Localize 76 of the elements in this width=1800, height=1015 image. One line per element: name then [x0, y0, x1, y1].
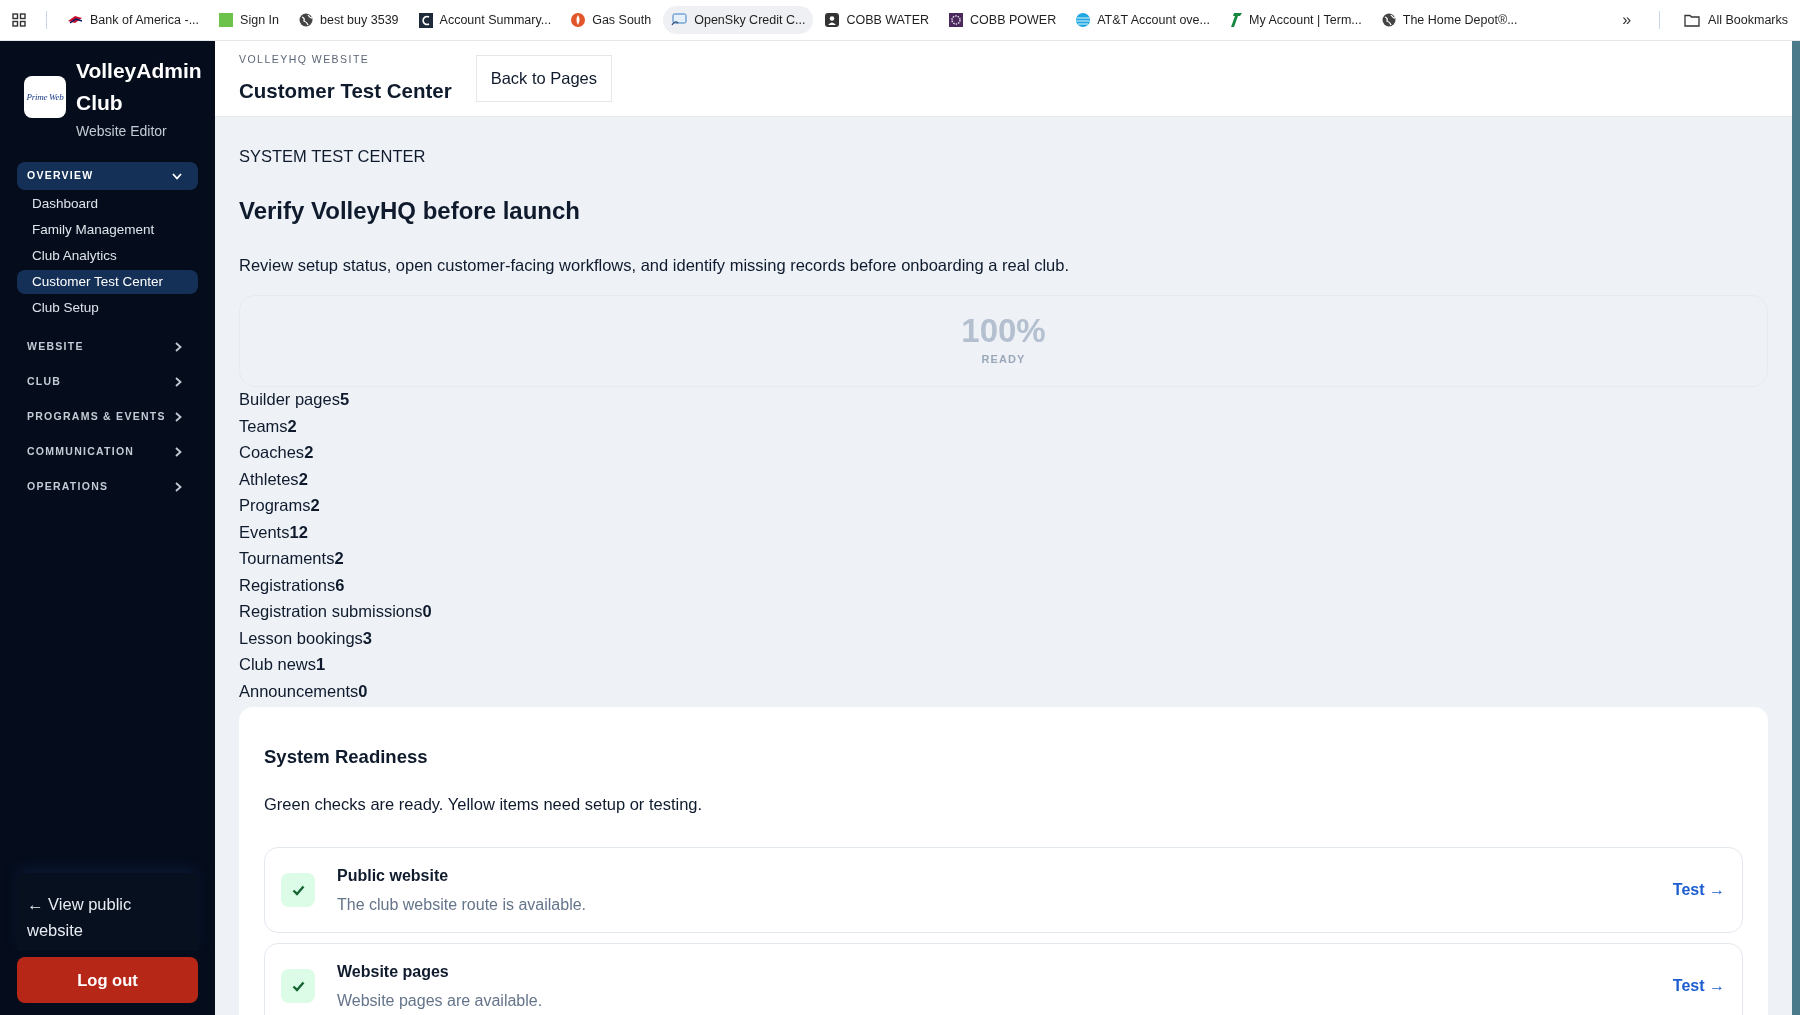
nav-group-header[interactable]: PROGRAMS & EVENTS [17, 403, 198, 431]
bookmark-link[interactable]: Gas South [571, 6, 652, 34]
description-text: Review setup status, open customer-facing workflows, and identify missing records before onboarding a real club. [239, 254, 1070, 276]
app-subtitle: Website Editor [76, 122, 168, 141]
bookmark-link[interactable]: OpenSky Credit C... [663, 6, 814, 34]
stat-row-text: Programs2 [239, 495, 321, 517]
bookmark-link[interactable]: COBB WATER [825, 6, 930, 34]
nav-item[interactable]: Club Analytics [17, 244, 198, 268]
apps-grid-icon[interactable] [12, 13, 26, 27]
bookmark-icon [825, 13, 840, 27]
bookmark-link[interactable]: AT&T Account ove... [1076, 6, 1210, 34]
bookmark-icon [299, 13, 313, 27]
main-heading: Verify VolleyHQ before launch [239, 195, 581, 226]
logo-text: Prime Web [26, 92, 64, 102]
stat-row-text: Announcements0 [239, 680, 369, 702]
eyebrow-label: VOLLEYHQ WEBSITE [239, 52, 371, 68]
bookmark-icon [1076, 13, 1091, 27]
nav-group-header[interactable]: OPERATIONS [17, 473, 198, 501]
section-label: SYSTEM TEST CENTER [239, 146, 427, 167]
chevron-down-icon [172, 172, 182, 180]
stat-row-text: Events12 [239, 521, 309, 543]
all-bookmarks-link[interactable]: All Bookmarks [1684, 10, 1788, 30]
bookmark-link[interactable]: The Home Depot®... [1381, 6, 1518, 34]
bookmark-icon [949, 13, 964, 27]
test-link[interactable]: Test → [1672, 974, 1725, 998]
bookmark-link[interactable]: COBB POWER [949, 6, 1057, 34]
bookmark-link[interactable]: best buy 3539 [299, 6, 399, 34]
bookmark-icon [219, 13, 234, 27]
app-title: VolleyAdmin Club [76, 58, 203, 116]
bookmark-icon [1229, 12, 1242, 28]
bookmark-icon [571, 13, 586, 27]
nav-item[interactable]: Customer Test Center [17, 270, 198, 294]
nav-group-header[interactable]: WEBSITE [17, 333, 198, 361]
stat-row-text: Registration submissions0 [239, 601, 433, 623]
item-description: Website pages are available. [337, 990, 544, 1011]
back-to-pages-button[interactable]: Back to Pages [475, 55, 613, 102]
nav-group-header[interactable]: COMMUNICATION [17, 438, 198, 466]
nav-item[interactable]: Family Management [17, 218, 198, 242]
item-title: Website pages [337, 961, 450, 982]
nav-item[interactable]: Dashboard [17, 192, 198, 216]
stat-row-text: Registrations6 [239, 574, 346, 596]
card-description: Green checks are ready. Yellow items need setup or testing. [264, 794, 704, 816]
chevron-right-icon [175, 342, 182, 352]
stat-row-text: Athletes2 [239, 468, 309, 490]
nav-group-header[interactable]: OVERVIEW [17, 162, 198, 190]
bookmark-link[interactable]: Sign In [219, 6, 279, 34]
page-title: Customer Test Center [239, 78, 452, 104]
test-link[interactable]: Test → [1672, 878, 1725, 902]
folder-icon [1684, 13, 1701, 27]
bookmark-link[interactable]: Account Summary... [418, 6, 552, 34]
stat-row-text: Tournaments2 [239, 548, 345, 570]
chevron-right-icon [175, 377, 182, 387]
bookmark-icon [418, 12, 433, 28]
item-title: Public website [337, 865, 450, 886]
nav-group-header[interactable]: CLUB [17, 368, 198, 396]
bookmark-link[interactable]: My Account | Term... [1229, 6, 1362, 34]
chevron-right-icon [175, 412, 182, 422]
bookmark-icon [1381, 13, 1396, 27]
item-description: The club website route is available. [337, 894, 588, 915]
logout-button[interactable]: Log out [17, 957, 198, 1003]
nav-item[interactable]: Club Setup [17, 296, 198, 320]
view-public-website-link[interactable]: ← View public website [17, 873, 198, 951]
score-label: READY [981, 351, 1026, 367]
more-bookmarks-button[interactable]: » [1618, 8, 1636, 32]
stat-row-text: Club news1 [239, 654, 327, 676]
stat-row-text: Teams2 [239, 415, 298, 437]
stat-row-text: Coaches2 [239, 442, 315, 464]
chevron-right-icon [175, 482, 182, 492]
score-value: 100% [961, 313, 1046, 347]
card-title: System Readiness [264, 744, 429, 769]
stat-row-text: Builder pages5 [239, 389, 351, 411]
bookmark-link[interactable]: Bank of America -... [67, 6, 200, 34]
chevron-right-icon [175, 447, 182, 457]
bookmark-icon [67, 14, 83, 26]
stat-row-text: Lesson bookings3 [239, 627, 374, 649]
bookmark-icon [671, 13, 688, 27]
